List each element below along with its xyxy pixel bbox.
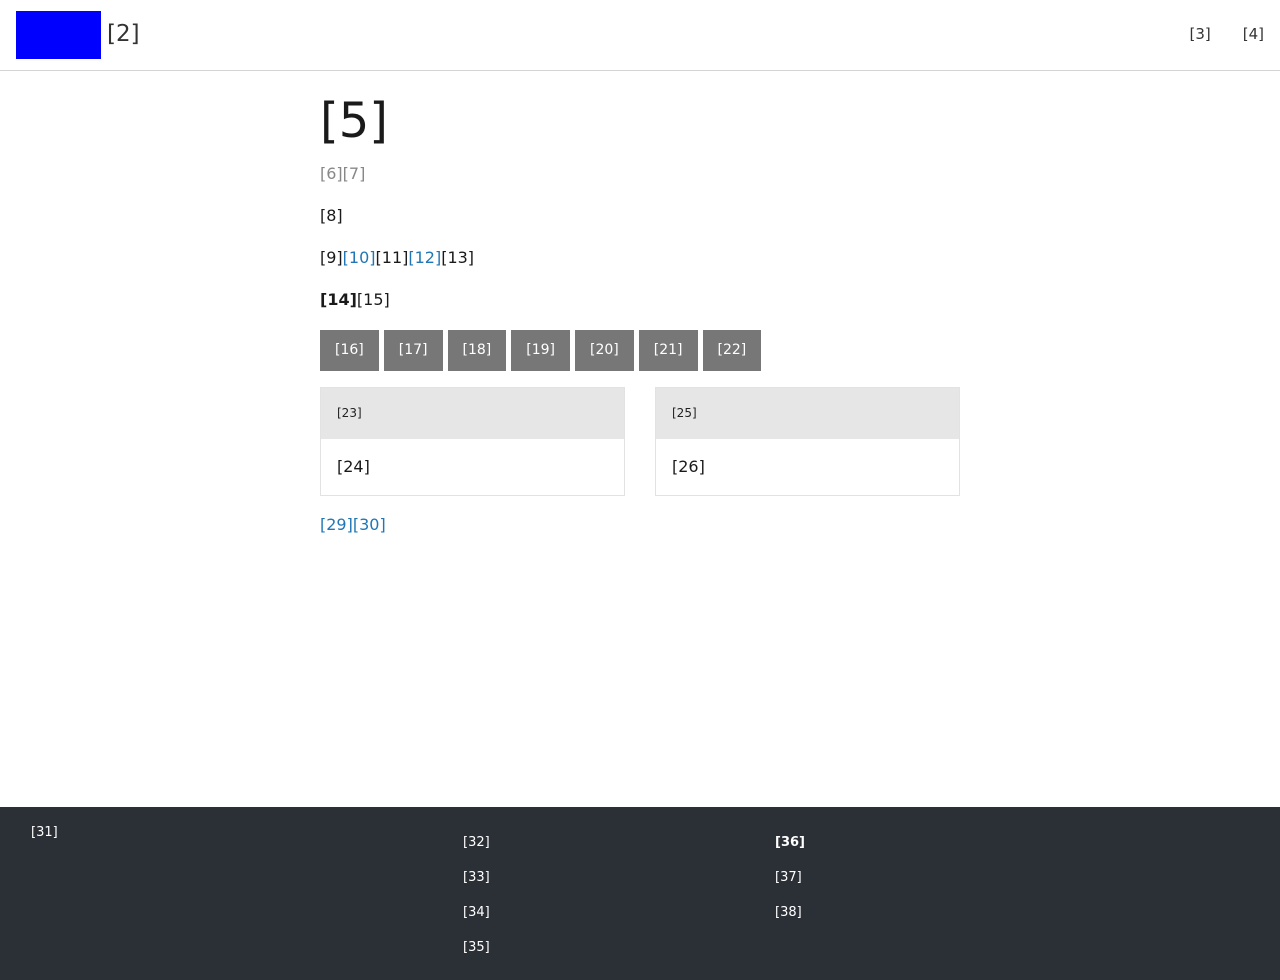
button-row: [16] [17] [18] [19] [20] [21] [22] [320,330,960,371]
footer-col1-item-2[interactable]: [33] [463,868,490,903]
paragraph-2-link-1[interactable]: [10] [343,248,376,267]
footer-col2-item-1-label: [37] [775,870,802,885]
footer-col1-item-2-label: [33] [463,870,490,885]
footer-col1-item-4-label: [35] [463,940,490,955]
meta-part-b: [7] [342,164,366,183]
footer-col1-item-4[interactable]: [35] [463,938,490,973]
card-2-body: [26] [672,457,705,476]
card-2: [25] [26] [655,387,960,496]
paragraph-3-bold: [14] [320,290,357,309]
card-row: [23] [24] [25] [26] [320,387,960,496]
footer-column-2: [36] [37] [38] [775,833,805,938]
footer-col2-item-1[interactable]: [37] [775,868,805,903]
footer-col1-item-3[interactable]: [34] [463,903,490,938]
site-title[interactable]: [2] [107,20,140,48]
top-nav: [3] [4] [1190,25,1265,43]
card-1: [23] [24] [320,387,625,496]
nav-link-2[interactable]: [4] [1243,25,1264,43]
paragraph-2-text-2: [11] [375,248,409,267]
nav-link-1[interactable]: [3] [1190,25,1211,43]
button-2-label: [17] [398,342,428,358]
button-6[interactable]: [21] [638,330,698,371]
page-title: [5] [320,93,388,149]
card-2-header: [25] [656,388,959,439]
card-2-header-label: [25] [672,406,697,420]
footer-col2-heading: [36] [775,835,805,850]
link-1[interactable]: [29] [320,515,353,534]
card-1-header: [23] [321,388,624,439]
footer-col1-item-1-label: [32] [463,835,490,850]
nav-link-1-label: [3] [1189,25,1211,43]
footer-brand: [31] [31,825,58,840]
header: [2] [3] [4] [0,0,1280,71]
link-2[interactable]: [30] [353,515,386,534]
nav-link-2-label: [4] [1242,25,1264,43]
footer-column-1: [32] [33] [34] [35] [463,833,490,973]
button-1-label: [16] [335,342,364,358]
button-7[interactable]: [22] [702,330,762,371]
paragraph-2-text-3: [13] [441,248,475,267]
button-2[interactable]: [17] [383,330,443,371]
paragraph-3-text: [15] [356,290,390,309]
button-6-label: [21] [653,342,683,358]
button-3-label: [18] [462,342,492,358]
paragraph-2-link-2[interactable]: [12] [408,248,441,267]
paragraph-2-text-1: [9] [320,248,343,267]
button-3[interactable]: [18] [447,330,507,371]
button-7-label: [22] [717,342,747,358]
footer-col2-item-2[interactable]: [38] [775,903,805,938]
footer-col1-item-3-label: [34] [463,905,490,920]
meta-part-a: [6] [320,164,343,183]
main-content: [5] [6][7] [8] [9][10][11][12][13] [14][… [320,92,960,536]
paragraph-2: [9][10][11][12][13] [320,247,960,269]
post-meta: [6][7] [320,163,960,185]
footer-col2-item-2-label: [38] [775,905,802,920]
button-5[interactable]: [20] [575,330,634,371]
paragraph-3: [14][15] [320,289,960,311]
button-5-label: [20] [590,342,619,358]
footer: [31] [32] [33] [34] [35] [36] [37] [38] [0,807,1280,980]
button-1[interactable]: [16] [320,330,379,371]
link-row: [29][30] [320,514,960,536]
button-4-label: [19] [526,342,555,358]
site-logo[interactable] [16,11,101,59]
card-1-body: [24] [337,457,370,476]
button-4[interactable]: [19] [511,330,570,371]
paragraph-1: [8] [320,206,343,225]
card-1-header-label: [23] [337,406,362,420]
footer-col1-item-1[interactable]: [32] [463,833,490,868]
